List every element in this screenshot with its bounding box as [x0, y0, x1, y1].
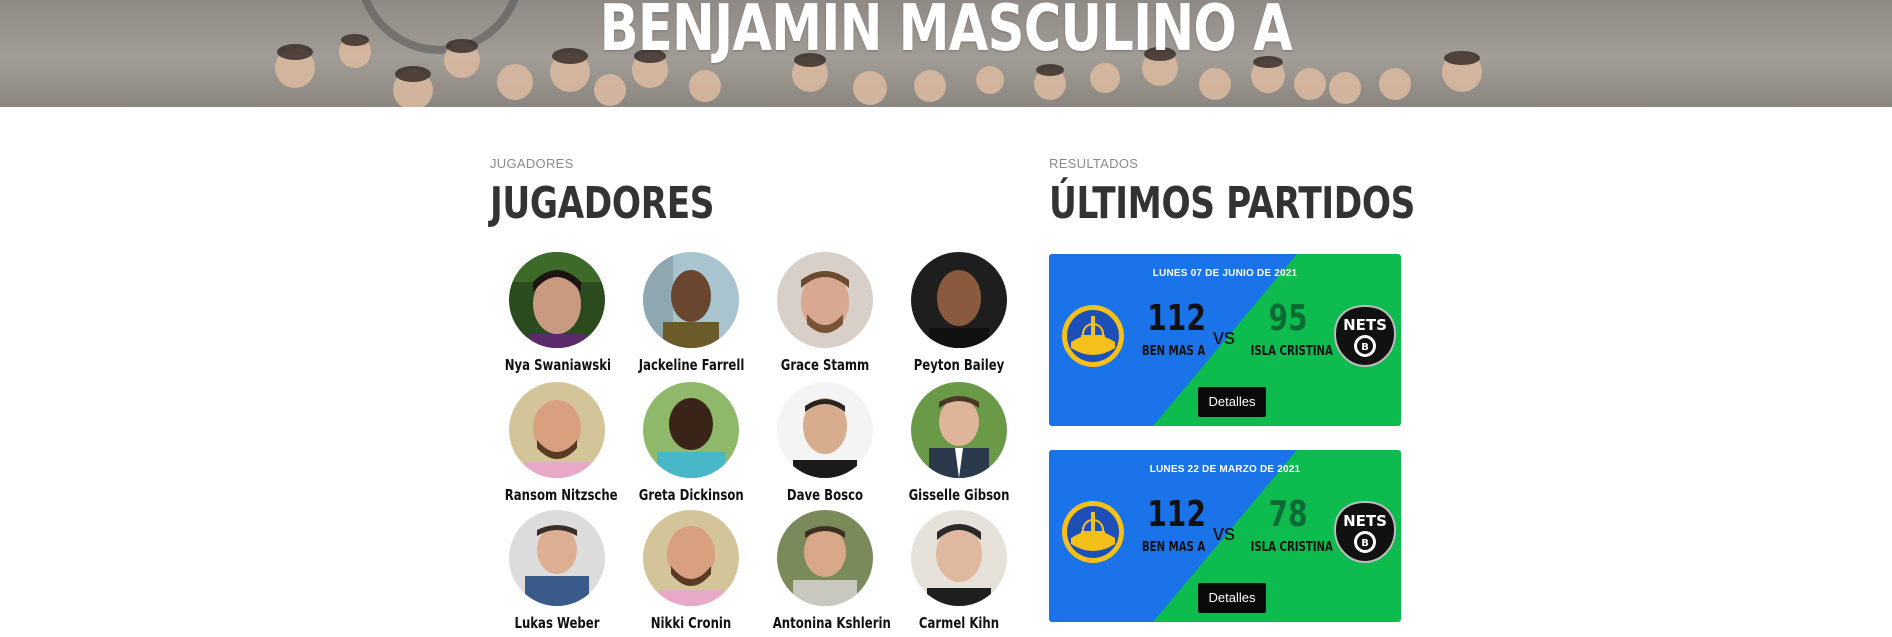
nets-logo-icon: NETS B: [1333, 500, 1397, 564]
player-card[interactable]: Nikki Cronin: [624, 510, 758, 632]
player-card[interactable]: Dave Bosco: [758, 382, 892, 504]
home-team: BEN MAS A: [1141, 344, 1206, 359]
results-eyebrow: RESULTADOS: [1049, 156, 1139, 171]
page-title: BENJAMÍN MASCULINO A: [599, 0, 1293, 66]
home-score: 112: [1147, 298, 1206, 339]
svg-text:B: B: [1361, 342, 1369, 353]
results-heading: ÚLTIMOS PARTIDOS: [1049, 178, 1416, 229]
player-name: Jackeline Farrell: [638, 356, 745, 374]
hero-banner: BENJAMÍN MASCULINO A: [0, 0, 1892, 107]
player-name: Ransom Nitzsche: [504, 486, 618, 504]
svg-text:NETS: NETS: [1343, 512, 1387, 530]
player-card[interactable]: Peyton Bailey: [892, 252, 1026, 374]
home-score: 112: [1147, 494, 1206, 535]
player-card[interactable]: Gisselle Gibson: [892, 382, 1026, 504]
player-avatar: [509, 252, 605, 348]
away-score: 78: [1268, 494, 1308, 535]
player-avatar: [777, 252, 873, 348]
player-avatar: [911, 510, 1007, 606]
svg-text:B: B: [1361, 538, 1369, 549]
player-card[interactable]: Greta Dickinson: [624, 382, 758, 504]
player-card[interactable]: Jackeline Farrell: [624, 252, 758, 374]
warriors-logo-icon: [1062, 305, 1124, 367]
details-button[interactable]: Detalles: [1198, 387, 1266, 417]
nets-logo-icon: NETS B: [1333, 304, 1397, 368]
vs-label: vs: [1213, 520, 1235, 545]
player-avatar: [911, 382, 1007, 478]
away-team: ISLA CRISTINA: [1250, 344, 1333, 359]
warriors-logo-icon: [1062, 501, 1124, 563]
match-date: LUNES 22 DE MARZO DE 2021: [1149, 464, 1301, 475]
player-avatar: [643, 382, 739, 478]
player-card[interactable]: Lukas Weber: [490, 510, 624, 632]
match-card: LUNES 07 DE JUNIO DE 2021 112 BEN MAS A …: [1049, 254, 1401, 426]
player-name: Dave Bosco: [786, 486, 864, 504]
player-avatar: [777, 382, 873, 478]
vs-label: vs: [1213, 324, 1235, 349]
player-name: Greta Dickinson: [638, 486, 744, 504]
player-name: Gisselle Gibson: [908, 486, 1010, 504]
player-card[interactable]: Ransom Nitzsche: [490, 382, 624, 504]
player-name: Carmel Kihn: [918, 614, 1000, 632]
player-card[interactable]: Nya Swaniawski: [490, 252, 624, 374]
player-avatar: [643, 510, 739, 606]
player-avatar: [509, 510, 605, 606]
player-avatar: [509, 382, 605, 478]
player-name: Antonina Kshlerin: [772, 614, 891, 632]
player-avatar: [643, 252, 739, 348]
player-name: Nya Swaniawski: [504, 356, 612, 374]
player-avatar: [777, 510, 873, 606]
player-name: Grace Stamm: [780, 356, 870, 374]
away-team: ISLA CRISTINA: [1250, 540, 1333, 555]
player-card[interactable]: Grace Stamm: [758, 252, 892, 374]
home-team: BEN MAS A: [1141, 540, 1206, 555]
player-card[interactable]: Antonina Kshlerin: [758, 510, 892, 632]
player-name: Lukas Weber: [514, 614, 600, 632]
players-heading: JUGADORES: [490, 178, 715, 229]
player-name: Peyton Bailey: [913, 356, 1005, 374]
match-card: LUNES 22 DE MARZO DE 2021 112 BEN MAS A …: [1049, 450, 1401, 622]
svg-text:NETS: NETS: [1343, 316, 1387, 334]
players-eyebrow: JUGADORES: [490, 156, 574, 171]
away-score: 95: [1268, 298, 1308, 339]
player-avatar: [911, 252, 1007, 348]
details-button[interactable]: Detalles: [1198, 583, 1266, 613]
player-name: Nikki Cronin: [650, 614, 732, 632]
match-date: LUNES 07 DE JUNIO DE 2021: [1152, 268, 1298, 279]
player-card[interactable]: Carmel Kihn: [892, 510, 1026, 632]
